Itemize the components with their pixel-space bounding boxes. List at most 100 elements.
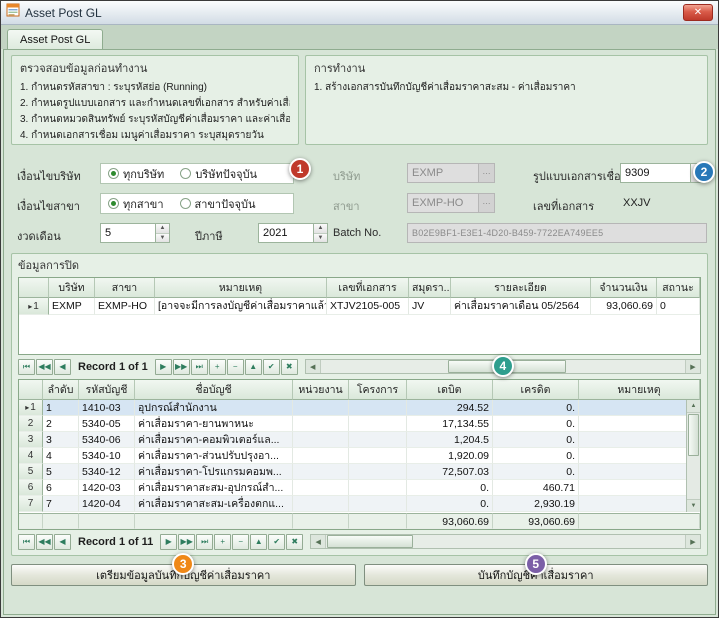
cell-seq: 2 xyxy=(43,416,79,432)
col-amount[interactable]: จำนวนเงิน xyxy=(591,278,657,298)
cell-amount: 93,060.69 xyxy=(591,298,657,315)
cell-name: ค่าเสื่อมราคา-ยานพาหนะ xyxy=(135,416,293,432)
cell-debit: 1,920.09 xyxy=(407,448,493,464)
prepare-depreciation-button[interactable]: 3 เตรียมข้อมูลบันทึกบัญชีค่าเสื่อมราคา xyxy=(11,564,356,586)
radio-all-companies[interactable]: ทุกบริษัท xyxy=(108,165,164,183)
col-branch[interactable]: สาขา xyxy=(95,278,155,298)
nav-add-button[interactable]: + xyxy=(209,359,226,375)
nav-edit-button[interactable]: ▲ xyxy=(250,534,267,550)
nav-last-button[interactable]: ⏭ xyxy=(196,534,213,550)
nav-prev-button[interactable]: ◀ xyxy=(54,359,71,375)
nav-prev-page-button[interactable]: ◀◀ xyxy=(36,534,53,550)
col-doc-no[interactable]: เลขที่เอกสาร xyxy=(327,278,409,298)
cell-note xyxy=(579,480,700,496)
line-grid-row[interactable]: 5 5 5340-12 ค่าเสื่อมราคา-โปรแกรมคอมพ...… xyxy=(19,464,700,480)
col-debit[interactable]: เดบิต xyxy=(407,380,493,400)
nav-first-button[interactable]: ⏮ xyxy=(18,359,35,375)
col-account-name[interactable]: ชื่อบัญชี xyxy=(135,380,293,400)
line-grid-row[interactable]: 2 2 5340-05 ค่าเสื่อมราคา-ยานพาหนะ 17,13… xyxy=(19,416,700,432)
close-button[interactable]: ✕ xyxy=(683,4,713,21)
nav-delete-button[interactable]: − xyxy=(232,534,249,550)
col-company[interactable]: บริษัท xyxy=(49,278,95,298)
col-note[interactable]: หมายเหตุ xyxy=(579,380,700,400)
precheck-line: 2. กำหนดรูปแบบเอกสาร และกำหนดเลขที่เอกสา… xyxy=(20,96,290,112)
cell-doc-no: XTJV2105-005 xyxy=(327,298,409,315)
col-account-code[interactable]: รหัสบัญชี xyxy=(79,380,135,400)
period-spin-up-icon[interactable]: ▲ xyxy=(156,224,169,233)
nav-next-page-button[interactable]: ▶▶ xyxy=(173,359,190,375)
hscroll-thumb[interactable] xyxy=(327,535,413,548)
scroll-left-icon[interactable]: ◀ xyxy=(306,360,321,373)
post-depreciation-button[interactable]: 5 บันทึกบัญชีค่าเสื่อมราคา xyxy=(364,564,709,586)
cell-dept xyxy=(293,464,349,480)
radio-current-company[interactable]: บริษัทปัจจุบัน xyxy=(180,165,257,183)
year-spin-down-icon[interactable]: ▼ xyxy=(314,233,327,243)
nav-post-button[interactable]: ✔ xyxy=(263,359,280,375)
line-grid-row[interactable]: 6 6 1420-03 ค่าเสื่อมราคาสะสม-อุปกรณ์สำ.… xyxy=(19,480,700,496)
nav-cancel-button[interactable]: ✖ xyxy=(286,534,303,550)
nav-prev-page-button[interactable]: ◀◀ xyxy=(36,359,53,375)
nav-last-button[interactable]: ⏭ xyxy=(191,359,208,375)
vscroll-thumb[interactable] xyxy=(688,414,699,456)
period-spinner[interactable]: 5 ▲ ▼ xyxy=(100,223,170,243)
scroll-left-icon[interactable]: ◀ xyxy=(311,535,326,548)
doc-grid-row[interactable]: ▸1 EXMP EXMP-HO [อาจจะมีการลงบัญชีค่าเสื… xyxy=(19,298,700,315)
nav-add-button[interactable]: + xyxy=(214,534,231,550)
tab-asset-post-gl[interactable]: Asset Post GL xyxy=(7,29,103,50)
col-department[interactable]: หน่วยงาน xyxy=(293,380,349,400)
col-note[interactable]: หมายเหตุ xyxy=(155,278,327,298)
nav-cancel-button[interactable]: ✖ xyxy=(281,359,298,375)
cell-code: 1420-03 xyxy=(79,480,135,496)
radio-dot-icon xyxy=(108,198,119,209)
selected-row-arrow-icon: ▸ xyxy=(25,403,29,412)
radio-current-branch-label: สาขาปัจจุบัน xyxy=(195,195,256,213)
cell-dept xyxy=(293,496,349,512)
period-label: งวดเดือน xyxy=(17,227,61,245)
line-grid-row[interactable]: ▸1 1 1410-03 อุปกรณ์สำนักงาน 294.52 0. xyxy=(19,400,700,416)
nav-next-button[interactable]: ▶ xyxy=(155,359,172,375)
cell-note xyxy=(579,464,700,480)
year-spinner[interactable]: 2021 ▲ ▼ xyxy=(258,223,328,243)
scroll-down-icon[interactable]: ▼ xyxy=(687,499,700,512)
scroll-right-icon[interactable]: ▶ xyxy=(685,360,700,373)
scroll-right-icon[interactable]: ▶ xyxy=(685,535,700,548)
cell-journal: JV xyxy=(409,298,451,315)
col-seq[interactable]: ลำดับ xyxy=(43,380,79,400)
cell-credit: 0. xyxy=(493,400,579,416)
cell-note xyxy=(579,416,700,432)
cell-seq: 5 xyxy=(43,464,79,480)
doc-grid-hscrollbar[interactable]: ◀ ▶ 4 xyxy=(305,359,701,374)
nav-prev-button[interactable]: ◀ xyxy=(54,534,71,550)
col-credit[interactable]: เครดิต xyxy=(493,380,579,400)
line-grid-row[interactable]: 4 4 5340-10 ค่าเสื่อมราคา-ส่วนปรับปรุงอา… xyxy=(19,448,700,464)
year-spin-up-icon[interactable]: ▲ xyxy=(314,224,327,233)
col-detail[interactable]: รายละเอียด xyxy=(451,278,591,298)
nav-next-button[interactable]: ▶ xyxy=(160,534,177,550)
line-grid-hscrollbar[interactable]: ◀ ▶ xyxy=(310,534,701,549)
company-lookup-button[interactable]: ··· xyxy=(478,164,494,182)
cell-name: ค่าเสื่อมราคา-คอมพิวเตอร์แล... xyxy=(135,432,293,448)
radio-current-branch[interactable]: สาขาปัจจุบัน xyxy=(180,195,256,213)
col-status[interactable]: สถานะ xyxy=(657,278,700,298)
line-grid-row[interactable]: 3 3 5340-06 ค่าเสื่อมราคา-คอมพิวเตอร์แล.… xyxy=(19,432,700,448)
col-journal[interactable]: สมุดรา... xyxy=(409,278,451,298)
radio-all-branches[interactable]: ทุกสาขา xyxy=(108,195,164,213)
cell-project xyxy=(349,416,407,432)
nav-next-page-button[interactable]: ▶▶ xyxy=(178,534,195,550)
nav-first-button[interactable]: ⏮ xyxy=(18,534,35,550)
nav-post-button[interactable]: ✔ xyxy=(268,534,285,550)
closing-title: ข้อมูลการปิด xyxy=(18,256,701,274)
branch-condition-panel: ทุกสาขา สาขาปัจจุบัน xyxy=(100,193,294,214)
scroll-up-icon[interactable]: ▲ xyxy=(687,400,700,413)
branch-lookup-button[interactable]: ··· xyxy=(478,194,494,212)
cell-code: 5340-05 xyxy=(79,416,135,432)
radio-dot-icon xyxy=(180,198,191,209)
line-grid-vscrollbar[interactable]: ▲ ▼ xyxy=(686,400,700,512)
company-label: บริษัท xyxy=(333,167,360,185)
nav-edit-button[interactable]: ▲ xyxy=(245,359,262,375)
period-spin-down-icon[interactable]: ▼ xyxy=(156,233,169,243)
line-grid-row[interactable]: 7 7 1420-04 ค่าเสื่อมราคาสะสม-เครื่องตกแ… xyxy=(19,496,700,512)
nav-delete-button[interactable]: − xyxy=(227,359,244,375)
cell-credit: 2,930.19 xyxy=(493,496,579,512)
col-project[interactable]: โครงการ xyxy=(349,380,407,400)
